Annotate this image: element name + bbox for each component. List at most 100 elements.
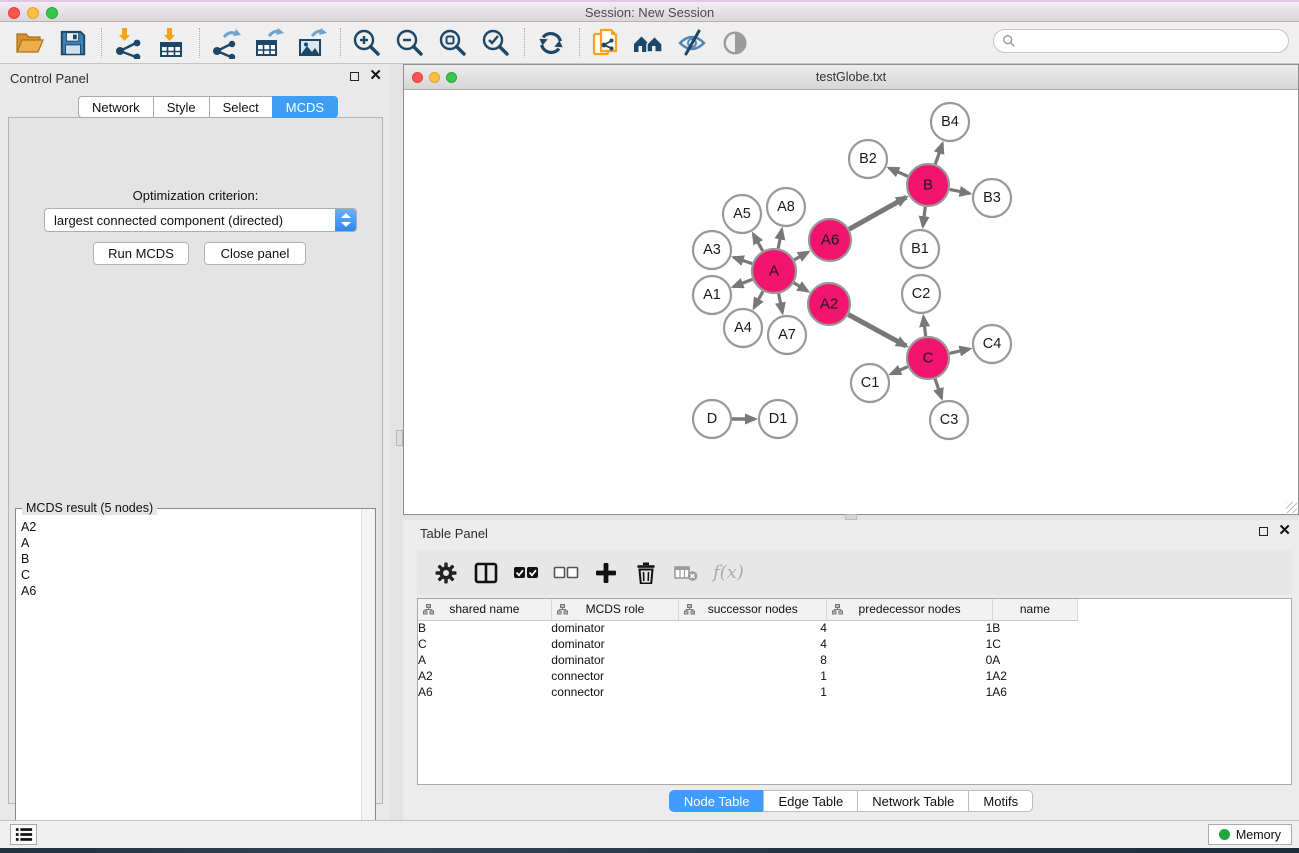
criterion-dropdown[interactable]: largest connected component (directed) bbox=[44, 208, 357, 232]
edge-A-A2[interactable] bbox=[794, 283, 808, 291]
save-session-button[interactable] bbox=[55, 25, 91, 61]
edge-A-A8[interactable] bbox=[778, 230, 782, 249]
import-table-button[interactable] bbox=[153, 25, 189, 61]
close-table-panel-icon[interactable]: ✕ bbox=[1278, 526, 1291, 536]
table-cell[interactable]: dominator bbox=[551, 652, 678, 668]
column-header[interactable]: successor nodes bbox=[679, 599, 827, 620]
mcds-result-item[interactable]: A bbox=[21, 535, 361, 551]
table-row[interactable]: Adominator80A bbox=[418, 652, 1078, 668]
edge-C-C2[interactable] bbox=[924, 317, 926, 336]
table-cell[interactable]: 8 bbox=[679, 652, 827, 668]
table-cell[interactable]: 4 bbox=[679, 620, 827, 636]
float-table-panel-icon[interactable] bbox=[1259, 527, 1268, 536]
table-row[interactable]: Bdominator41B bbox=[418, 620, 1078, 636]
edge-A6-B[interactable] bbox=[849, 197, 906, 229]
float-panel-icon[interactable] bbox=[350, 72, 359, 81]
tab-node-table[interactable]: Node Table bbox=[669, 790, 764, 812]
edge-A-A6[interactable] bbox=[794, 252, 808, 260]
table-cell[interactable]: 0 bbox=[827, 652, 992, 668]
edge-B-B3[interactable] bbox=[950, 189, 970, 193]
select-all-columns-button[interactable] bbox=[509, 556, 543, 590]
table-cell[interactable]: A6 bbox=[992, 684, 1077, 700]
mcds-result-item[interactable]: A6 bbox=[21, 583, 361, 599]
table-cell[interactable]: A2 bbox=[418, 668, 551, 684]
node-table[interactable]: shared name MCDS role successor nodes bbox=[417, 598, 1292, 785]
column-header[interactable]: shared name bbox=[418, 599, 551, 620]
column-header[interactable]: MCDS role bbox=[551, 599, 678, 620]
table-cell[interactable]: connector bbox=[551, 684, 678, 700]
mcds-result-item[interactable]: B bbox=[21, 551, 361, 567]
close-panel-button[interactable]: Close panel bbox=[204, 242, 306, 265]
tab-edge-table[interactable]: Edge Table bbox=[763, 790, 857, 812]
table-cell[interactable]: A bbox=[992, 652, 1077, 668]
table-row[interactable]: A6connector11A6 bbox=[418, 684, 1078, 700]
zoom-in-button[interactable] bbox=[349, 25, 385, 61]
table-cell[interactable]: 1 bbox=[827, 668, 992, 684]
tab-mcds[interactable]: MCDS bbox=[272, 96, 338, 118]
close-panel-icon[interactable]: ✕ bbox=[369, 71, 382, 81]
edge-C-C3[interactable] bbox=[935, 379, 942, 398]
table-cell[interactable]: A6 bbox=[418, 684, 551, 700]
result-scrollbar[interactable] bbox=[361, 509, 375, 845]
memory-button[interactable]: Memory bbox=[1208, 824, 1292, 845]
network-canvas[interactable]: AA1A2A3A4A5A6A7A8BB1B2B3B4CC1C2C3C4DD1 bbox=[404, 90, 1298, 514]
table-row[interactable]: Cdominator41C bbox=[418, 636, 1078, 652]
table-cell[interactable]: 1 bbox=[679, 684, 827, 700]
task-history-button[interactable] bbox=[10, 824, 37, 845]
edge-C-C4[interactable] bbox=[950, 349, 970, 353]
zoom-out-button[interactable] bbox=[392, 25, 428, 61]
edge-A-A1[interactable] bbox=[733, 279, 752, 286]
export-table-button[interactable] bbox=[251, 25, 287, 61]
add-column-button[interactable] bbox=[589, 556, 623, 590]
first-neighbors-button[interactable] bbox=[631, 25, 667, 61]
show-all-button[interactable] bbox=[717, 25, 753, 61]
show-columns-button[interactable] bbox=[469, 556, 503, 590]
table-cell[interactable]: A2 bbox=[992, 668, 1077, 684]
unselect-all-columns-button[interactable] bbox=[549, 556, 583, 590]
mcds-result-list[interactable]: A2ABCA6 bbox=[16, 515, 361, 845]
search-field[interactable] bbox=[993, 29, 1289, 53]
edge-A-A3[interactable] bbox=[734, 257, 752, 263]
table-cell[interactable]: 4 bbox=[679, 636, 827, 652]
edge-A-A5[interactable] bbox=[753, 234, 762, 251]
table-cell[interactable]: B bbox=[418, 620, 551, 636]
edge-A-A4[interactable] bbox=[754, 291, 763, 308]
edge-B-B4[interactable] bbox=[935, 144, 942, 165]
table-cell[interactable]: dominator bbox=[551, 636, 678, 652]
table-cell[interactable]: 1 bbox=[679, 668, 827, 684]
column-header[interactable]: predecessor nodes bbox=[827, 599, 992, 620]
table-cell[interactable]: B bbox=[992, 620, 1077, 636]
edge-A-A7[interactable] bbox=[779, 294, 783, 313]
column-header[interactable]: name bbox=[992, 599, 1077, 620]
open-session-button[interactable] bbox=[12, 25, 48, 61]
tab-style[interactable]: Style bbox=[153, 96, 209, 118]
edge-B-B2[interactable] bbox=[889, 168, 908, 176]
run-mcds-button[interactable]: Run MCDS bbox=[93, 242, 189, 265]
refresh-button[interactable] bbox=[533, 25, 569, 61]
tab-select[interactable]: Select bbox=[209, 96, 272, 118]
search-input[interactable] bbox=[1016, 33, 1288, 49]
edge-B-B1[interactable] bbox=[923, 207, 925, 226]
export-image-button[interactable] bbox=[294, 25, 330, 61]
zoom-selected-button[interactable] bbox=[478, 25, 514, 61]
tab-network-table[interactable]: Network Table bbox=[857, 790, 968, 812]
table-cell[interactable]: 1 bbox=[827, 620, 992, 636]
window-resize-grip[interactable] bbox=[1286, 502, 1297, 513]
zoom-fit-button[interactable] bbox=[435, 25, 471, 61]
table-cell[interactable]: C bbox=[418, 636, 551, 652]
table-cell[interactable]: 1 bbox=[827, 636, 992, 652]
table-cell[interactable]: A bbox=[418, 652, 551, 668]
tab-network[interactable]: Network bbox=[78, 96, 153, 118]
table-settings-button[interactable] bbox=[429, 556, 463, 590]
table-cell[interactable]: dominator bbox=[551, 620, 678, 636]
tab-motifs[interactable]: Motifs bbox=[968, 790, 1033, 812]
delete-table-button[interactable] bbox=[669, 556, 703, 590]
table-cell[interactable]: connector bbox=[551, 668, 678, 684]
edge-A2-C[interactable] bbox=[848, 315, 906, 347]
import-network-button[interactable] bbox=[110, 25, 146, 61]
new-network-from-selection-button[interactable] bbox=[588, 25, 624, 61]
delete-columns-button[interactable] bbox=[629, 556, 663, 590]
table-cell[interactable]: 1 bbox=[827, 684, 992, 700]
function-builder-button[interactable]: f(x) bbox=[713, 562, 744, 583]
export-network-button[interactable] bbox=[208, 25, 244, 61]
